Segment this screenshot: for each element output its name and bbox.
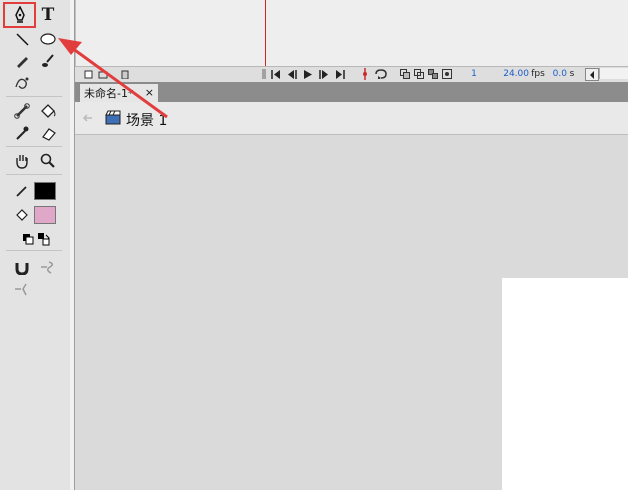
elapsed-time-value: 0.0 bbox=[552, 69, 567, 79]
elapsed-time-unit: s bbox=[569, 69, 575, 79]
separator bbox=[259, 68, 269, 80]
step-forward-icon[interactable] bbox=[317, 68, 331, 80]
stroke-color-icon[interactable] bbox=[10, 180, 34, 202]
onion-skin-icon[interactable] bbox=[399, 68, 411, 80]
timeline-controls: 1 24.00 fps 0.0 s bbox=[75, 66, 628, 83]
new-layer-icon[interactable] bbox=[83, 68, 95, 80]
edit-bar: 场景 1 bbox=[75, 102, 628, 135]
fill-color-swatch[interactable] bbox=[34, 206, 56, 224]
pen-icon[interactable] bbox=[8, 4, 32, 26]
step-back-icon[interactable] bbox=[285, 68, 299, 80]
play-icon[interactable] bbox=[301, 68, 315, 80]
close-tab-button[interactable]: × bbox=[145, 86, 154, 99]
frame-rate-unit: fps bbox=[531, 69, 545, 79]
paint-bucket-icon[interactable] bbox=[36, 100, 60, 122]
eraser-icon[interactable] bbox=[36, 122, 60, 144]
fill-color-icon[interactable] bbox=[10, 204, 34, 226]
oval-icon[interactable] bbox=[36, 28, 60, 50]
snap-magnet-icon[interactable] bbox=[10, 256, 34, 278]
modify-onion-markers-icon[interactable] bbox=[441, 68, 453, 80]
document-tab-title: 未命名-1* bbox=[84, 87, 134, 100]
tools-panel: T bbox=[0, 0, 71, 490]
bone-icon[interactable] bbox=[10, 100, 34, 122]
go-to-first-icon[interactable] bbox=[269, 68, 283, 80]
playhead-line[interactable] bbox=[265, 0, 266, 66]
timeline-hscrollbar[interactable] bbox=[599, 68, 628, 79]
edit-multiple-frames-icon[interactable] bbox=[427, 68, 439, 80]
separator bbox=[6, 96, 62, 97]
back-arrow-icon[interactable] bbox=[81, 110, 95, 124]
swap-colors-icon[interactable] bbox=[32, 228, 56, 250]
line-icon[interactable] bbox=[10, 28, 34, 50]
scene-clapper-icon bbox=[104, 109, 122, 125]
smooth-icon[interactable] bbox=[36, 256, 60, 278]
separator bbox=[6, 146, 62, 147]
current-frame: 1 bbox=[471, 69, 477, 79]
hand-icon[interactable] bbox=[10, 150, 34, 172]
loop-icon[interactable] bbox=[373, 68, 389, 80]
scene-label[interactable]: 场景 1 bbox=[126, 110, 167, 130]
zoom-icon[interactable] bbox=[36, 150, 60, 172]
straighten-icon[interactable] bbox=[10, 278, 34, 300]
text-tool-icon[interactable]: T bbox=[36, 4, 60, 26]
stroke-color-swatch[interactable] bbox=[34, 182, 56, 200]
onion-skin-outlines-icon[interactable] bbox=[413, 68, 425, 80]
eyedropper-icon[interactable] bbox=[10, 122, 34, 144]
delete-layer-icon[interactable] bbox=[119, 68, 131, 80]
center-frame-icon[interactable] bbox=[359, 68, 371, 80]
deco-icon[interactable] bbox=[10, 72, 34, 94]
document-tab-bar: 未命名-1* × bbox=[75, 82, 628, 102]
go-to-last-icon[interactable] bbox=[333, 68, 347, 80]
separator bbox=[6, 250, 62, 251]
stage[interactable] bbox=[502, 278, 628, 490]
frame-rate-value[interactable]: 24.00 bbox=[503, 68, 529, 80]
pencil-icon[interactable] bbox=[10, 50, 34, 72]
separator bbox=[6, 174, 62, 175]
brush-icon[interactable] bbox=[36, 50, 60, 72]
timeline-frames[interactable] bbox=[75, 0, 628, 66]
scroll-left-icon[interactable] bbox=[585, 68, 599, 81]
document-tab[interactable]: 未命名-1* × bbox=[79, 83, 159, 102]
new-folder-icon[interactable] bbox=[97, 68, 109, 80]
